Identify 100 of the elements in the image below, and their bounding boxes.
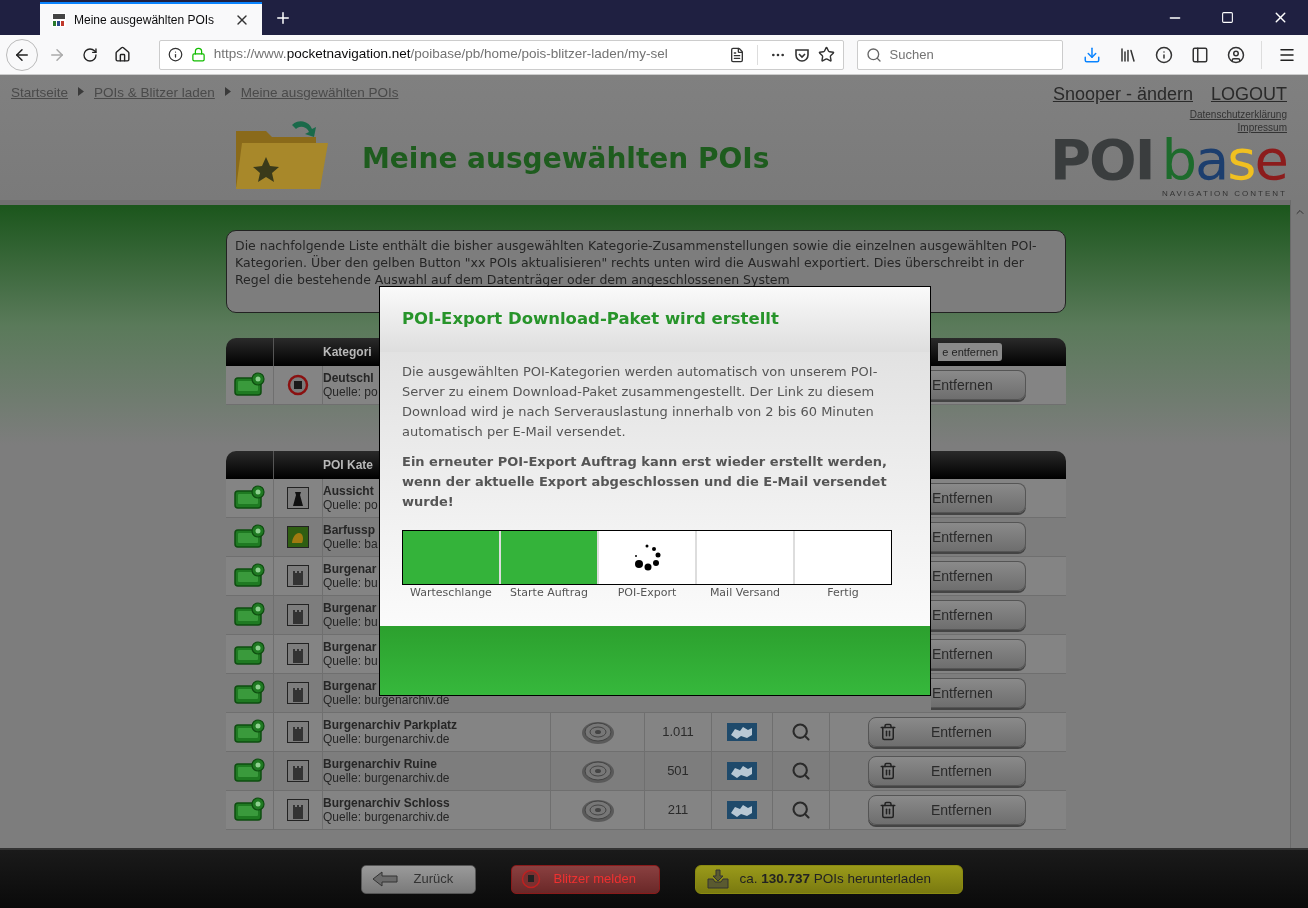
remove-button[interactable]: Entfernen	[931, 483, 1026, 513]
poibase-logo: POI base NAVIGATION CONTENT	[1050, 132, 1287, 200]
library-icon[interactable]	[1119, 45, 1138, 64]
dialog-notice: Ein erneuter POI-Export Auftrag kann erst wieder erstellt werden, wenn der aktuelle Export abgeschlossen und die E-Mail versendet wurde!	[402, 453, 888, 511]
category-name: Burgenarchiv Parkplatz	[323, 718, 458, 732]
map-icon[interactable]	[727, 801, 757, 819]
footer-link[interactable]: Impressum	[1237, 121, 1287, 134]
poi-count: 1.011	[662, 723, 694, 742]
account-icon[interactable]	[1227, 45, 1246, 64]
category-source: Quelle: po	[323, 385, 378, 399]
category-name: Burgenar	[323, 679, 377, 693]
url-text: https://www.pocketnavigation.net/poibase/pb/home/pois-blitzer-laden/my-sel	[213, 45, 669, 64]
monitor-eye-icon[interactable]	[232, 680, 267, 706]
speed-camera-icon	[287, 374, 309, 396]
tab-title: Meine ausgewählten POIs	[74, 11, 216, 29]
dialog-title: POI-Export Download-Paket wird erstellt	[402, 308, 779, 331]
castle-icon	[287, 721, 309, 743]
favicon-icon	[52, 12, 66, 27]
breadcrumb-arrow-icon	[224, 87, 231, 96]
search-placeholder: Suchen	[889, 45, 934, 64]
trash-icon	[879, 723, 897, 741]
step-label: Starte Auftrag	[509, 585, 589, 601]
category-name: Burgenar	[323, 640, 377, 654]
info-icon[interactable]	[1155, 45, 1174, 64]
monitor-eye-icon[interactable]	[232, 372, 267, 398]
category-source: Quelle: bu	[323, 576, 378, 590]
lock-icon	[190, 47, 206, 62]
breadcrumb-arrow-icon	[78, 87, 85, 96]
category-source: Quelle: burgenarchiv.de	[323, 732, 450, 746]
header-link[interactable]: LOGOUT	[1211, 81, 1287, 108]
monitor-eye-icon[interactable]	[232, 641, 267, 667]
castle-icon	[287, 682, 309, 704]
remove-button[interactable]: Entfernen	[931, 561, 1026, 591]
monitor-eye-icon[interactable]	[232, 563, 267, 589]
back-button[interactable]: Zurück	[360, 864, 476, 894]
map-icon[interactable]	[727, 723, 757, 741]
step-label: Warteschlange	[409, 585, 493, 601]
monitor-eye-icon[interactable]	[232, 602, 267, 628]
search-field[interactable]: Suchen	[856, 39, 1064, 70]
category-source: Quelle: bu	[323, 654, 378, 668]
remove-button[interactable]: Entfernen	[931, 600, 1026, 630]
search-icon[interactable]	[791, 722, 811, 742]
tower-icon	[287, 487, 309, 509]
remove-button[interactable]: Entfernen	[931, 678, 1026, 708]
castle-icon	[287, 604, 309, 626]
page-title: Meine ausgewählten POIs	[362, 141, 770, 177]
report-button[interactable]: Blitzer melden	[510, 864, 660, 894]
info-icon[interactable]	[167, 47, 183, 62]
monitor-eye-icon[interactable]	[232, 797, 267, 823]
search-icon[interactable]	[791, 761, 811, 781]
footer-link[interactable]: Datenschutzerklärung	[1189, 108, 1287, 121]
monitor-eye-icon[interactable]	[232, 524, 267, 550]
monitor-eye-icon[interactable]	[232, 485, 267, 511]
monitor-eye-icon[interactable]	[232, 758, 267, 784]
remove-button[interactable]: Entfernen	[931, 639, 1026, 669]
castle-icon	[287, 799, 309, 821]
remove-all-button[interactable]: e entfernen	[938, 343, 1002, 361]
bookmark-star-icon[interactable]	[817, 46, 835, 63]
category-name: Burgenar	[323, 601, 377, 615]
sidebar-icon[interactable]	[1191, 45, 1210, 64]
download-icon[interactable]	[1083, 45, 1102, 64]
search-icon	[865, 46, 882, 63]
arrow-left-icon	[371, 871, 398, 887]
remove-button[interactable]: Entfernen	[868, 717, 1026, 747]
remove-button[interactable]: Entfernen	[868, 795, 1026, 825]
category-source: Quelle: po	[323, 498, 378, 512]
trash-icon	[879, 801, 897, 819]
column-header: Kategori	[323, 344, 372, 361]
home-icon[interactable]	[113, 46, 131, 63]
category-source: Quelle: burgenarchiv.de	[323, 771, 450, 785]
search-icon[interactable]	[791, 800, 811, 820]
step-label: Mail Versand	[708, 585, 782, 601]
remove-button[interactable]: Entfernen	[931, 522, 1026, 552]
monitor-eye-icon[interactable]	[232, 719, 267, 745]
header-link[interactable]: Snooper - ändern	[1052, 81, 1193, 108]
loading-spinner-icon	[632, 542, 662, 573]
poi-count: 501	[667, 762, 689, 781]
download-tray-icon	[705, 869, 730, 889]
category-name: Barfussp	[323, 523, 375, 537]
remove-button[interactable]: Entfernen	[868, 756, 1026, 786]
category-source: Quelle: ba	[323, 537, 378, 551]
reload-icon[interactable]	[81, 46, 98, 63]
map-icon[interactable]	[727, 762, 757, 780]
remove-button[interactable]: Entfernen	[931, 370, 1026, 400]
download-button[interactable]: ca. 130.737 POIs herunterladen	[694, 864, 963, 894]
category-source: Quelle: burgenarchiv.de	[323, 810, 450, 824]
category-source: Quelle: bu	[323, 615, 378, 629]
castle-icon	[287, 643, 309, 665]
category-name: Burgenarchiv Ruine	[323, 757, 438, 771]
footprint-icon	[287, 526, 309, 548]
category-source: Quelle: burgenarchiv.de	[323, 693, 450, 707]
new-tab-icon[interactable]	[274, 9, 292, 27]
address-bar[interactable]: https://www.pocketnavigation.net/poibase/pb/home/pois-blitzer-laden/my-sel	[158, 39, 844, 70]
reader-view-icon[interactable]	[728, 46, 745, 63]
speed-camera-icon	[520, 869, 541, 889]
maximize-icon[interactable]	[1221, 11, 1234, 24]
pocket-icon[interactable]	[793, 46, 810, 63]
category-name: Burgenar	[323, 562, 377, 576]
category-name: Deutschl	[323, 371, 374, 385]
browser-tab[interactable]: Meine ausgewählten POIs	[40, 2, 262, 35]
